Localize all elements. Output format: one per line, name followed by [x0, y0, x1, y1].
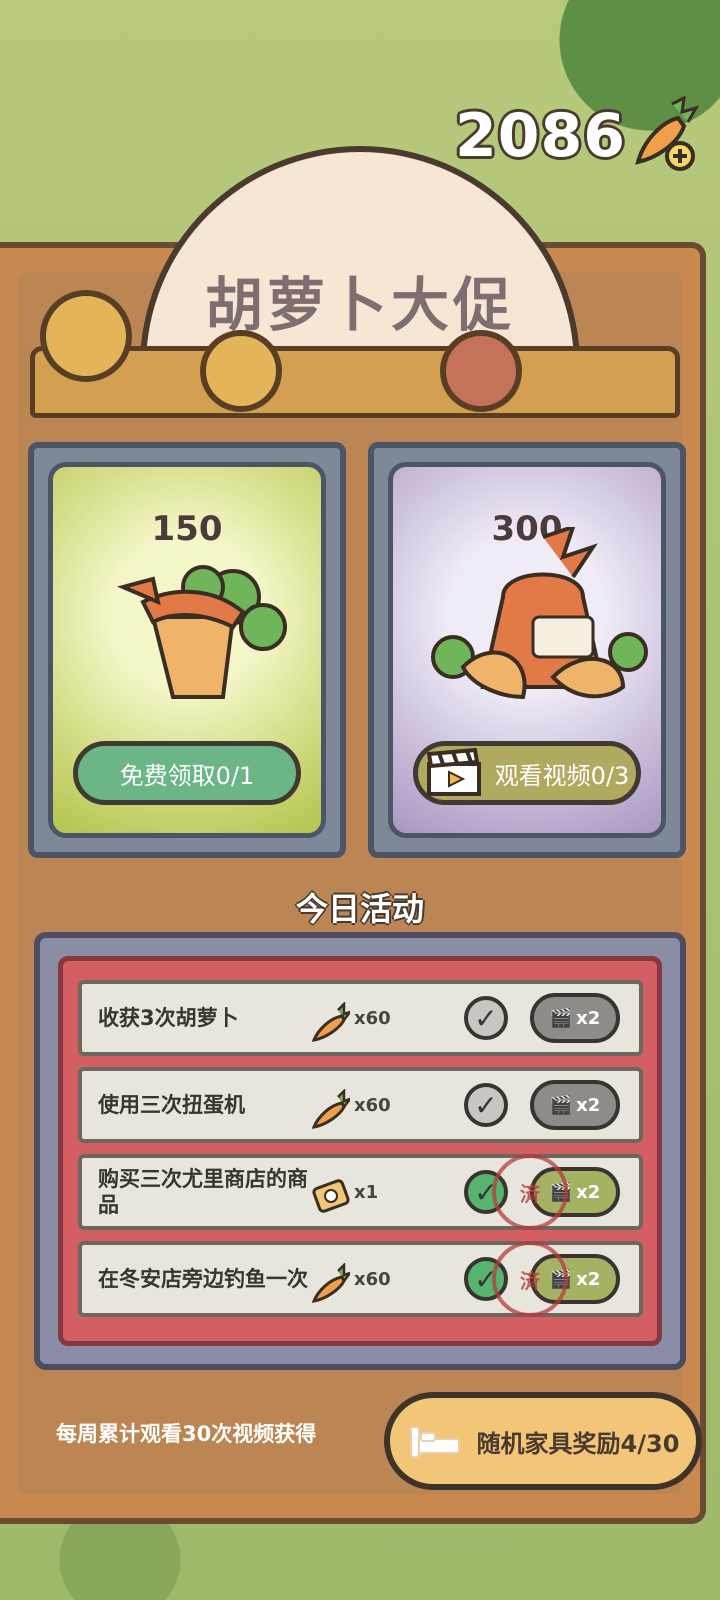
carrot-icon [312, 1089, 350, 1129]
cloud-swirl-left [40, 290, 132, 382]
random-furniture-reward-button[interactable]: 随机家具奖励4/30 [384, 1392, 702, 1490]
task-row: 购买三次尤里商店的商品 x1 ✓ 🎬 x2 済 [78, 1154, 643, 1230]
multiplier-label: x2 [576, 1181, 601, 1203]
check-icon: ✓ [464, 1083, 508, 1127]
cloud-decoration [30, 346, 680, 418]
task-label: 购买三次尤里商店的商品 [98, 1167, 308, 1217]
check-icon: ✓ [464, 996, 508, 1040]
card-amount: 150 [151, 509, 223, 549]
watch-video-label: 观看视频0/3 [494, 761, 630, 790]
random-furniture-label: 随机家具奖励4/30 [476, 1429, 680, 1458]
card-face: 300 观看视频0/3 [388, 462, 666, 838]
clapperboard-icon: 🎬 [549, 1094, 573, 1116]
multiplier-label: x2 [576, 1268, 601, 1290]
stamp-text: 済 [520, 1268, 540, 1293]
reward-qty: x60 [354, 1269, 391, 1290]
reward-qty: x60 [354, 1095, 391, 1116]
reward-qty: x1 [354, 1182, 379, 1203]
double-reward-button[interactable]: 🎬 x2 [530, 993, 620, 1043]
carrot-count: 2086 [455, 101, 626, 171]
completed-stamp-icon: 済 [492, 1241, 568, 1317]
weekly-info-text: 每周累计观看30次视频获得 [56, 1422, 317, 1446]
carrot-icon [312, 1263, 350, 1303]
task-label: 收获3次胡萝卜 [98, 1006, 239, 1030]
double-reward-button[interactable]: 🎬 x2 [530, 1080, 620, 1130]
cloud-swirl-right [440, 330, 522, 412]
video-carrot-card: 300 观看视频0/3 [368, 442, 686, 858]
stamp-text: 済 [520, 1181, 540, 1206]
free-claim-button[interactable]: 免费领取0/1 [73, 741, 301, 805]
task-row: 在冬安店旁边钓鱼一次 x60 ✓ 🎬 x2 済 [78, 1241, 643, 1317]
section-title: 今日活动 [295, 890, 424, 928]
task-label: 使用三次扭蛋机 [98, 1093, 245, 1117]
completed-stamp-icon: 済 [492, 1154, 568, 1230]
carrot-icon [312, 1002, 350, 1042]
task-row: 收获3次胡萝卜 x60 ✓ 🎬 x2 [78, 980, 643, 1056]
cloud-swirl-center [200, 330, 282, 412]
free-claim-label: 免费领取0/1 [119, 761, 255, 790]
clapperboard-icon: 🎬 [549, 1007, 573, 1029]
page-title: 胡萝卜大促 [204, 271, 515, 339]
free-carrot-card: 150 免费领取0/1 [28, 442, 346, 858]
ticket-icon [312, 1179, 350, 1213]
carrot-currency[interactable]: 2086 [455, 96, 702, 176]
clapperboard-icon [426, 748, 481, 796]
bed-icon [409, 1426, 460, 1458]
task-row: 使用三次扭蛋机 x60 ✓ 🎬 x2 [78, 1067, 643, 1143]
carrot-bundle-icon [116, 565, 287, 699]
multiplier-label: x2 [576, 1094, 601, 1116]
carrot-sack-icon [431, 527, 648, 700]
carrot-plus-icon[interactable] [632, 96, 702, 176]
multiplier-label: x2 [576, 1007, 601, 1029]
watch-video-button[interactable]: 观看视频0/3 [413, 741, 641, 805]
card-face: 150 免费领取0/1 [48, 462, 326, 838]
task-label: 在冬安店旁边钓鱼一次 [98, 1267, 308, 1291]
reward-qty: x60 [354, 1008, 391, 1029]
